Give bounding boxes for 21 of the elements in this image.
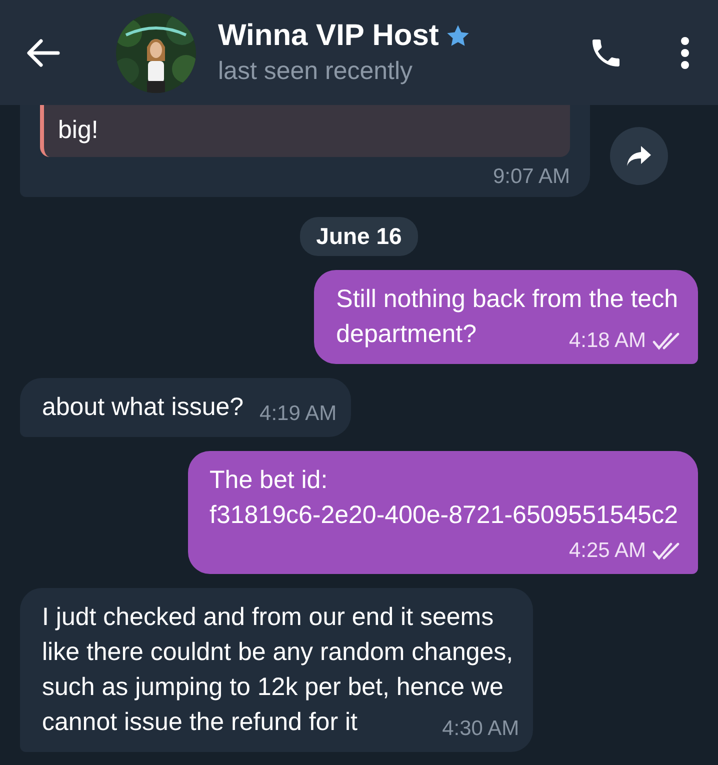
last-seen-status: last seen recently [218,57,414,86]
message-text: Still nothing back from the tech [336,285,678,313]
message-time: 4:25 AM [568,538,646,564]
message-text: I judt checked and from our end it seems [42,603,494,631]
contact-name: Winna VIP Host [218,19,439,53]
message-text: f31819c6-2e20-400e-8721-6509551545c2 [210,500,678,531]
message-text: about what issue? [42,392,244,423]
message-text: The bet id: [210,466,328,494]
message-text: like there couldnt be any random changes, [42,638,514,666]
message-time: 4:18 AM [568,328,646,354]
message-text: big! [58,116,98,144]
message-text: department? [336,319,477,350]
message-text: cannot issue the refund for it [42,707,358,738]
message-time: 4:19 AM [260,401,337,427]
message-text: such as jumping to 12k per bet, hence we [42,673,504,701]
date-separator: June 16 [300,217,418,256]
message-time: 9:07 AM [492,165,570,189]
back-arrow-icon [26,38,60,68]
share-arrow-icon [625,144,653,168]
more-icon [680,36,690,70]
message-time: 4:30 AM [442,716,520,742]
